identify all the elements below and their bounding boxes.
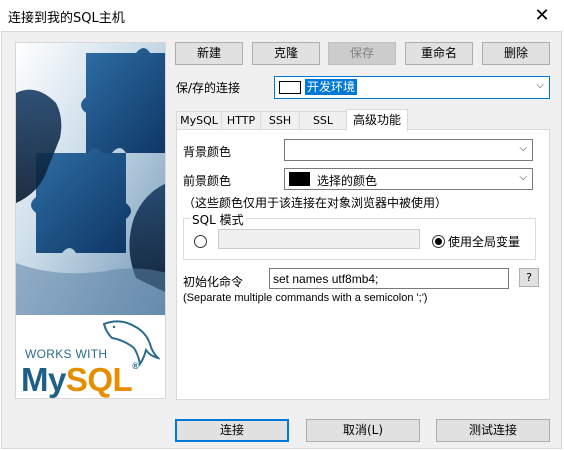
saved-connection-select[interactable]: 开发环境 ⌵ <box>274 76 550 99</box>
use-global-label[interactable]: 使用全局变量 <box>448 233 520 250</box>
clone-button[interactable]: 克隆 <box>252 42 320 65</box>
saved-connection-label: 保/存的连接 <box>176 81 241 95</box>
saved-connection-value: 开发环境 <box>305 79 358 95</box>
bg-color-select[interactable]: ⌵ <box>284 139 533 161</box>
fg-color-select[interactable]: 选择的颜色 ⌵ <box>284 168 533 190</box>
chevron-down-icon: ⌵ <box>519 143 527 154</box>
fg-color-value: 选择的颜色 <box>317 174 378 188</box>
init-cmd-hint: (Separate multiple commands with a semic… <box>183 292 428 304</box>
advanced-tab-panel: 背景颜色 ⌵ 前景颜色 选择的颜色 ⌵ （这些颜色仅用于该连接在对象浏览器中被使… <box>176 129 550 400</box>
init-cmd-label: 初始化命令 <box>183 275 244 289</box>
rename-button[interactable]: 重命名 <box>405 42 473 65</box>
cancel-button[interactable]: 取消(L) <box>306 419 420 442</box>
color-note: （这些颜色仅用于该连接在对象浏览器中被使用） <box>183 196 448 210</box>
mysql-logo-reg: ® <box>132 361 139 371</box>
tab-mysql[interactable]: MySQL <box>176 111 222 130</box>
sql-mode-custom-radio[interactable] <box>194 235 207 248</box>
tab-ssh[interactable]: SSH <box>260 111 300 130</box>
title-bar: 连接到我的SQL主机 ✕ <box>0 0 564 31</box>
delete-button[interactable]: 删除 <box>482 42 550 65</box>
help-button[interactable]: ? <box>519 268 539 287</box>
use-global-radio[interactable] <box>432 235 445 248</box>
test-connection-button[interactable]: 测试连接 <box>436 419 550 442</box>
sql-mode-group: SQL 模式 使用全局变量 <box>183 211 536 260</box>
chevron-down-icon: ⌵ <box>519 172 527 183</box>
window-title: 连接到我的SQL主机 <box>8 11 125 26</box>
puzzle-hands-image <box>16 43 165 315</box>
fg-color-swatch <box>289 172 310 186</box>
init-cmd-value: set names utf8mb4; <box>273 272 379 286</box>
tab-advanced[interactable]: 高级功能 <box>346 109 408 131</box>
bg-color-label: 背景颜色 <box>183 145 232 159</box>
save-button[interactable]: 保存 <box>328 42 396 65</box>
sql-mode-input[interactable] <box>218 229 420 249</box>
connection-color-swatch <box>279 81 301 94</box>
mysql-logo-my: My <box>21 361 66 398</box>
dialog-body: WORKS WITH MySQL® 新建 克隆 保存 重命名 删除 保/存的连接… <box>1 31 562 449</box>
mysql-logo-sql: SQL <box>65 361 133 398</box>
fg-color-label: 前景颜色 <box>183 174 232 188</box>
tab-ssl[interactable]: SSL <box>299 111 347 130</box>
connect-button[interactable]: 连接 <box>175 419 289 442</box>
sql-mode-group-label: SQL 模式 <box>190 211 246 228</box>
branding-panel: WORKS WITH MySQL® <box>15 42 166 399</box>
close-icon[interactable]: ✕ <box>520 0 564 31</box>
chevron-down-icon: ⌵ <box>536 80 544 91</box>
works-with-text: WORKS WITH <box>25 347 108 361</box>
mysql-logo: MySQL® <box>21 361 139 398</box>
init-cmd-input[interactable]: set names utf8mb4; <box>269 268 509 289</box>
new-button[interactable]: 新建 <box>175 42 243 65</box>
tab-http[interactable]: HTTP <box>221 111 261 130</box>
